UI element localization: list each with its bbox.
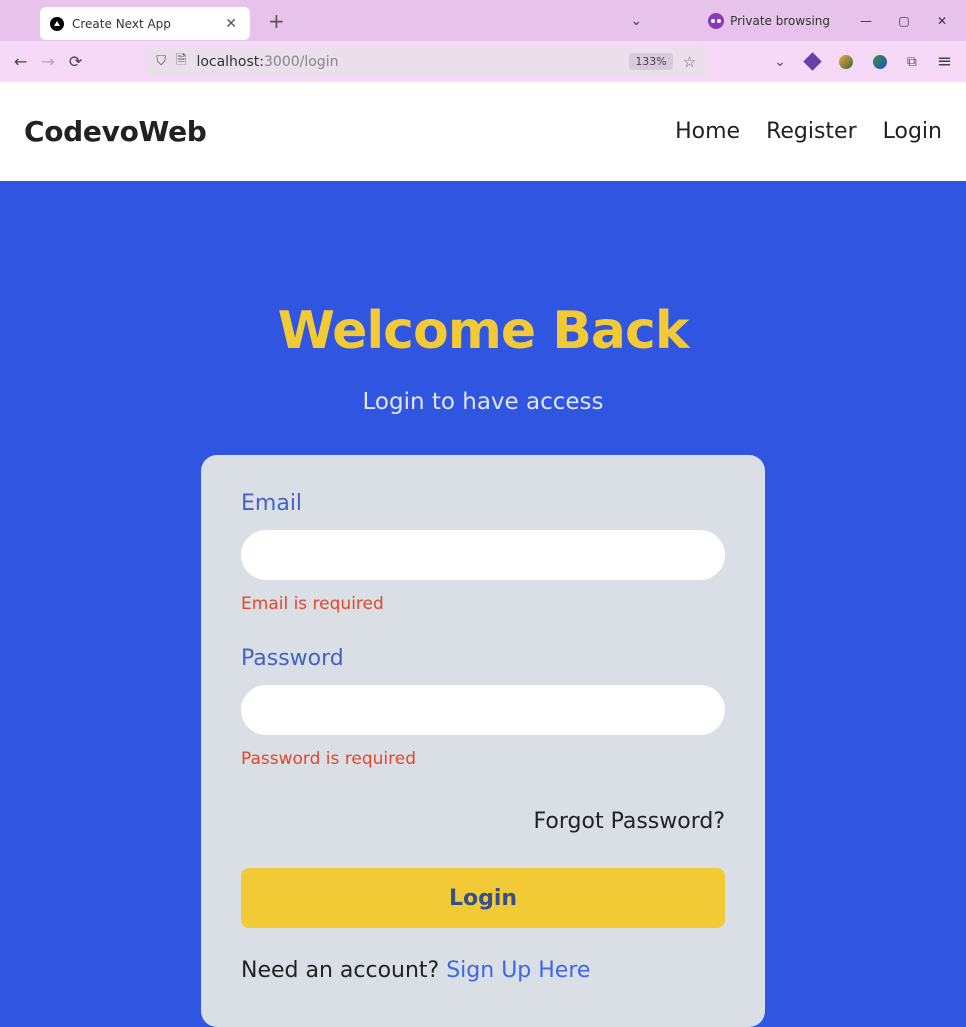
browser-toolbar: ← → ⟳ ⛉ 🗎 localhost:3000/login 133% ☆ ⌄ … xyxy=(0,41,966,82)
signup-link[interactable]: Sign Up Here xyxy=(446,958,590,983)
back-button[interactable]: ← xyxy=(14,52,27,71)
login-button[interactable]: Login xyxy=(241,868,725,928)
tabs-dropdown-icon[interactable]: ⌄ xyxy=(630,13,642,29)
forward-button: → xyxy=(41,52,54,71)
zoom-badge[interactable]: 133% xyxy=(629,53,672,70)
close-tab-icon[interactable]: ✕ xyxy=(222,16,240,32)
reload-button[interactable]: ⟳ xyxy=(69,52,82,71)
address-bar[interactable]: ⛉ 🗎 localhost:3000/login 133% ☆ xyxy=(146,47,706,77)
pocket-icon[interactable]: ⌄ xyxy=(774,54,786,70)
email-input[interactable] xyxy=(241,530,725,580)
extension-globe-icon[interactable] xyxy=(873,55,887,69)
signup-prompt: Need an account? Sign Up Here xyxy=(241,958,725,983)
nav-home[interactable]: Home xyxy=(675,119,740,144)
url-text: localhost:3000/login xyxy=(196,54,619,70)
primary-nav: Home Register Login xyxy=(675,119,942,144)
extension-circle-icon[interactable] xyxy=(839,55,853,69)
browser-tab[interactable]: Create Next App ✕ xyxy=(40,7,250,40)
email-field-group: Email Email is required xyxy=(241,491,725,614)
password-field-group: Password Password is required xyxy=(241,646,725,769)
email-label: Email xyxy=(241,491,725,516)
brand-logo[interactable]: CodevoWeb xyxy=(24,115,207,148)
email-error: Email is required xyxy=(241,594,725,614)
hero-section: Welcome Back Login to have access Email … xyxy=(0,181,966,1027)
window-close-button[interactable]: ✕ xyxy=(934,14,950,28)
mask-icon xyxy=(708,13,724,29)
hamburger-menu-icon[interactable]: ≡ xyxy=(937,51,952,72)
new-tab-button[interactable]: + xyxy=(268,11,285,31)
page-subtitle: Login to have access xyxy=(0,389,966,415)
browser-tab-strip: Create Next App ✕ + ⌄ Private browsing —… xyxy=(0,0,966,41)
private-browsing-indicator: Private browsing xyxy=(708,13,830,29)
password-error: Password is required xyxy=(241,749,725,769)
forgot-password-link[interactable]: Forgot Password? xyxy=(241,809,725,834)
window-minimize-button[interactable]: — xyxy=(858,14,874,28)
login-card: Email Email is required Password Passwor… xyxy=(201,455,765,1027)
private-browsing-label: Private browsing xyxy=(730,14,830,28)
bookmark-star-icon[interactable]: ☆ xyxy=(683,53,696,71)
page-title: Welcome Back xyxy=(0,301,966,361)
tab-title: Create Next App xyxy=(72,17,214,31)
tab-favicon-icon xyxy=(50,17,64,31)
window-maximize-button[interactable]: ▢ xyxy=(896,14,912,28)
extensions-icon[interactable]: ⧉ xyxy=(907,54,917,70)
nav-login[interactable]: Login xyxy=(883,119,942,144)
password-label: Password xyxy=(241,646,725,671)
signup-prompt-text: Need an account? xyxy=(241,958,446,983)
extension-diamond-icon[interactable] xyxy=(803,52,821,70)
password-input[interactable] xyxy=(241,685,725,735)
shield-icon[interactable]: ⛉ xyxy=(156,54,166,69)
nav-register[interactable]: Register xyxy=(766,119,857,144)
page-icon[interactable]: 🗎 xyxy=(176,51,186,73)
site-header: CodevoWeb Home Register Login xyxy=(0,82,966,181)
